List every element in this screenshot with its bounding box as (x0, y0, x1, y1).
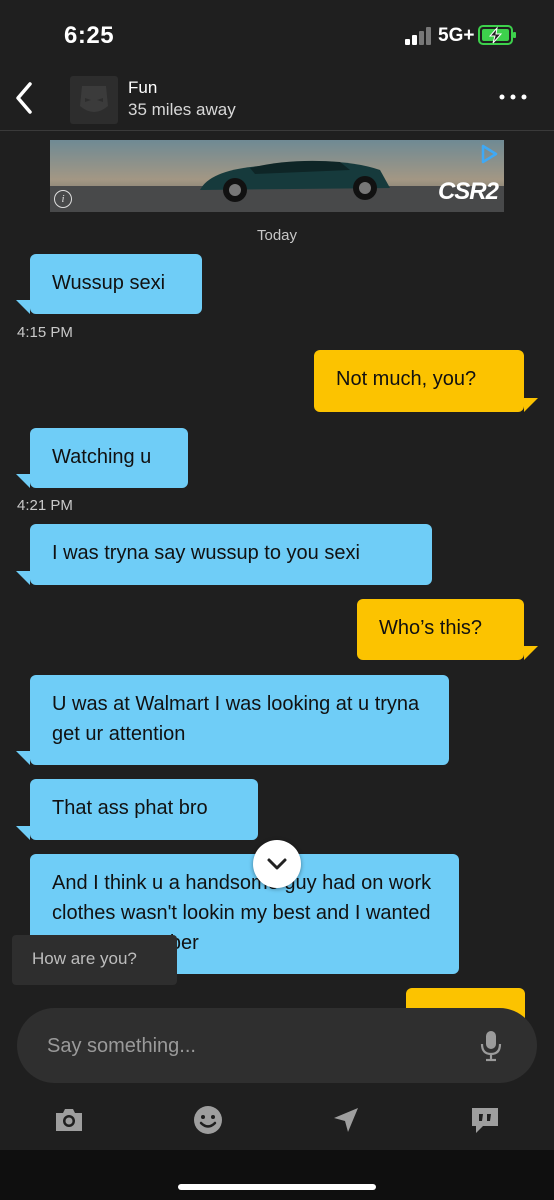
ad-car-image (50, 140, 504, 212)
network-label: 5G+ (438, 25, 475, 46)
suggested-reply[interactable]: How are you? (12, 935, 177, 985)
profile-distance: 35 miles away (128, 100, 236, 119)
suggested-reply-label: How are you? (32, 949, 137, 968)
message-bubble-incoming[interactable]: U was at Walmart I was looking at u tryn… (30, 675, 449, 765)
mic-icon[interactable] (480, 1030, 502, 1062)
profile-name[interactable]: Fun (128, 78, 157, 98)
ad-brand-logo: CSR2 (437, 178, 499, 205)
back-icon[interactable] (8, 78, 40, 118)
message-bubble-incoming[interactable]: That ass phat bro (30, 779, 258, 840)
avatar[interactable] (70, 76, 118, 124)
emoji-icon[interactable] (192, 1104, 224, 1136)
bubble-tail (16, 571, 30, 585)
message-bubble-outgoing[interactable]: Not much, you? (314, 350, 524, 412)
ad-banner[interactable]: i CSR2 (50, 140, 504, 212)
bubble-tail (16, 826, 30, 840)
signal-icon (405, 27, 431, 45)
message-timestamp: 4:21 PM (17, 497, 73, 514)
chat-toolbar (0, 1090, 554, 1150)
avatar-mask-icon (80, 86, 108, 112)
camera-icon[interactable] (53, 1104, 85, 1136)
home-indicator[interactable] (178, 1184, 376, 1190)
scroll-to-bottom-button[interactable] (253, 840, 301, 888)
bubble-tail (524, 646, 538, 660)
message-input[interactable] (45, 1030, 469, 1062)
chevron-down-icon (267, 858, 287, 870)
battery-icon (478, 25, 516, 45)
bubble-tail (524, 398, 538, 412)
message-composer (17, 1008, 537, 1083)
message-bubble-incoming[interactable]: Watching u (30, 428, 188, 488)
info-icon[interactable]: i (54, 190, 72, 208)
location-icon[interactable] (330, 1104, 362, 1136)
message-bubble-outgoing[interactable]: Who’s this? (357, 599, 524, 660)
status-bar: 6:25 5G+ (0, 0, 554, 70)
message-bubble-incoming[interactable]: Wussup sexi (30, 254, 202, 314)
message-bubble-incoming[interactable]: I was tryna say wussup to you sexi (30, 524, 432, 585)
home-indicator-area (0, 1150, 554, 1200)
message-timestamp: 4:15 PM (17, 324, 73, 341)
ad-choices-icon[interactable] (480, 144, 498, 164)
quick-reply-icon[interactable] (469, 1104, 501, 1136)
more-icon[interactable] (498, 92, 528, 102)
bubble-tail (16, 300, 30, 314)
bubble-tail (16, 751, 30, 765)
bubble-tail (16, 474, 30, 488)
date-separator: Today (256, 227, 298, 244)
status-time: 6:25 (64, 22, 115, 49)
